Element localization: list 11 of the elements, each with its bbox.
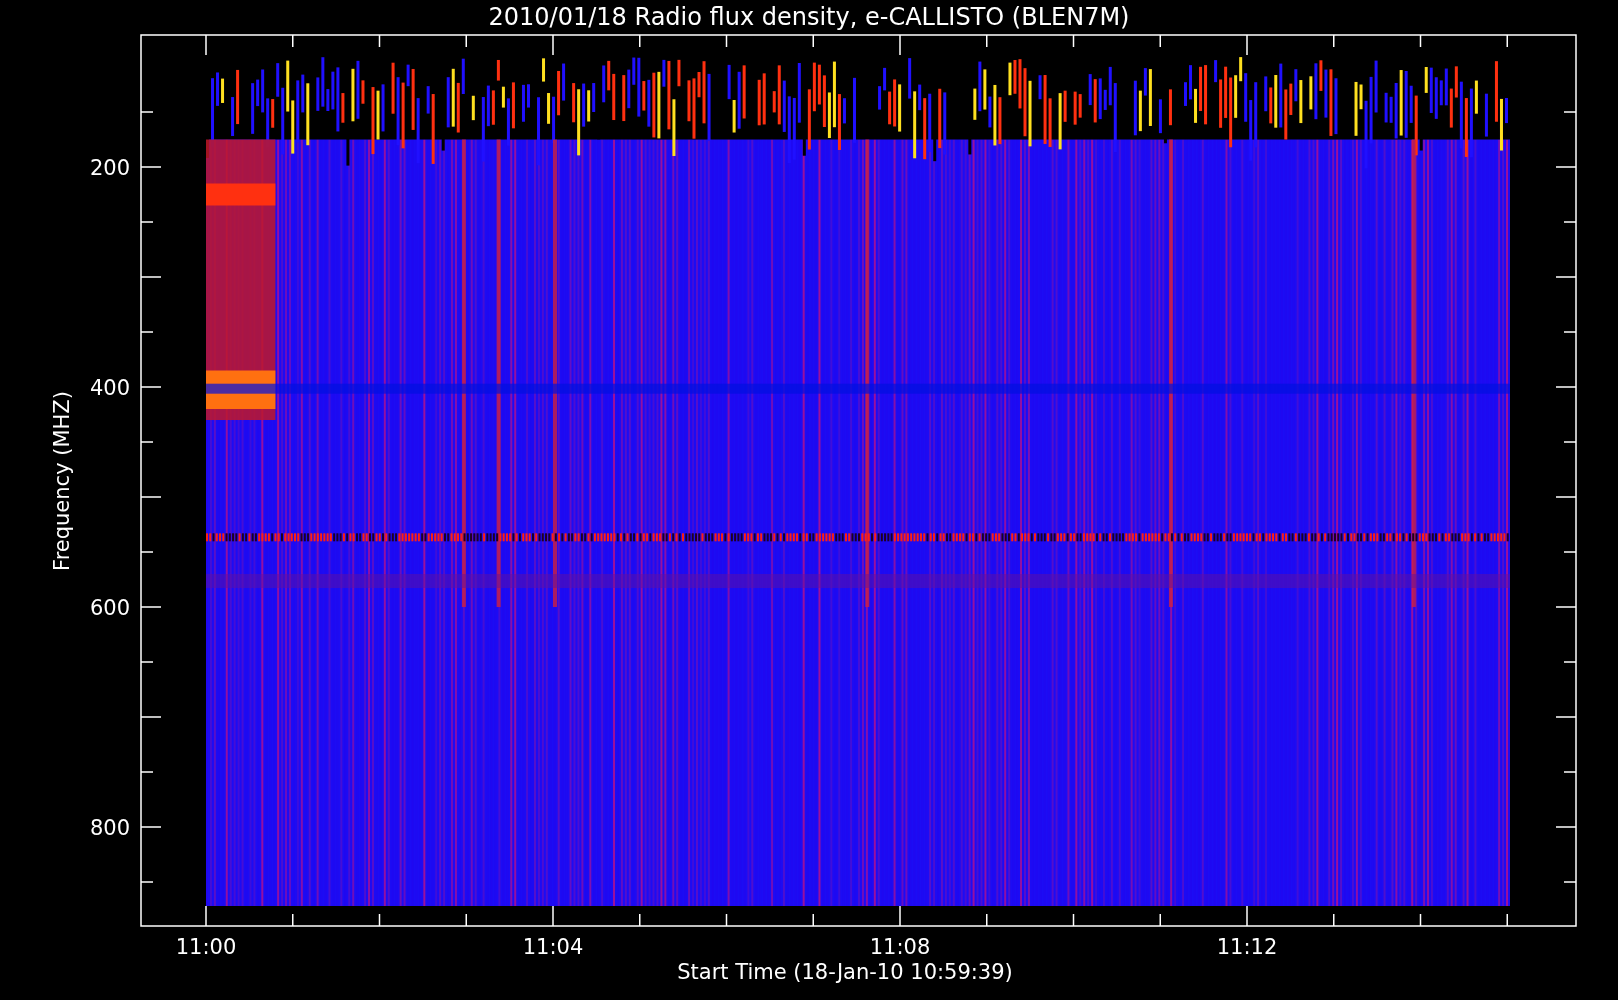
x-axis-label: Start Time (18-Jan-10 10:59:39) xyxy=(677,960,1013,984)
x-tick-label: 11:04 xyxy=(522,935,584,959)
y-tick-label: 400 xyxy=(89,376,130,400)
x-tick-label: 11:00 xyxy=(175,935,237,959)
plot-title: 2010/01/18 Radio flux density, e-CALLISTO (BLEN7M) xyxy=(488,3,1130,31)
y-tick-label: 800 xyxy=(89,816,130,840)
y-tick-label: 600 xyxy=(89,596,130,620)
x-tick-label: 11:08 xyxy=(869,935,931,959)
x-tick-label: 11:12 xyxy=(1216,935,1278,959)
y-axis-label: Frequency (MHZ) xyxy=(50,391,74,571)
y-tick-label: 200 xyxy=(89,156,130,180)
